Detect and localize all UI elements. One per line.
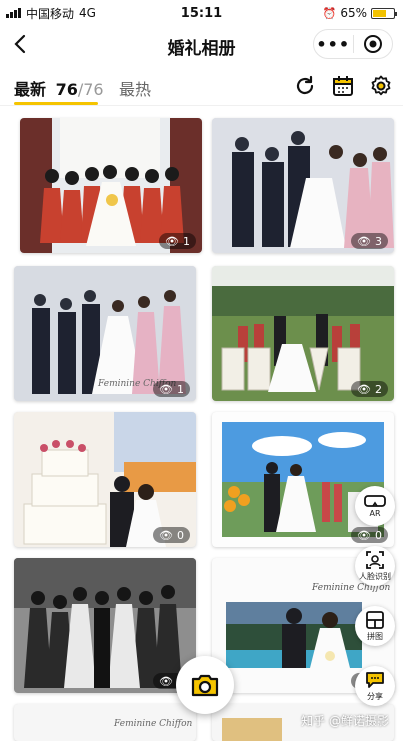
view-count: 0 bbox=[177, 528, 184, 542]
status-right: ⏰ 65% bbox=[322, 6, 397, 20]
camera-icon bbox=[191, 674, 219, 697]
ar-label: AR bbox=[369, 509, 381, 518]
battery-icon bbox=[371, 7, 397, 19]
ar-glasses-icon bbox=[364, 495, 386, 507]
face-scan-icon bbox=[366, 551, 384, 569]
photo-card[interactable]: 👁 3 bbox=[212, 118, 394, 253]
view-count-badge: 👁0 bbox=[153, 527, 190, 543]
share-label: 分享 bbox=[367, 692, 383, 701]
face-recognition-label: 人脸识别 bbox=[359, 572, 391, 581]
alarm-icon: ⏰ bbox=[322, 6, 337, 20]
gear-icon[interactable] bbox=[369, 74, 393, 98]
collage-icon bbox=[366, 611, 384, 629]
eye-icon: 👁 bbox=[357, 234, 371, 248]
photo-card-partial[interactable]: Feminine Chiffon bbox=[14, 704, 196, 741]
ar-button[interactable]: AR bbox=[355, 486, 395, 526]
refresh-icon[interactable] bbox=[293, 74, 317, 98]
view-count: 2 bbox=[375, 382, 382, 396]
photo-card[interactable]: 👁 0 bbox=[14, 412, 196, 547]
tab-latest-label: 最新 bbox=[14, 80, 47, 99]
photo-card[interactable]: 👁1 bbox=[20, 118, 202, 253]
toolbar-icons bbox=[293, 74, 393, 98]
view-count: 0 bbox=[375, 528, 382, 542]
camera-button[interactable] bbox=[176, 656, 234, 714]
view-count-badge: 👁1 bbox=[159, 233, 196, 249]
collage-button[interactable]: 拼图 bbox=[355, 606, 395, 646]
collage-label: 拼图 bbox=[367, 632, 383, 641]
eye-icon: 👁 bbox=[159, 382, 173, 396]
view-count-badge: 👁1 bbox=[153, 381, 190, 397]
tab-latest-total: /76 bbox=[77, 80, 104, 99]
view-count: 3 bbox=[375, 234, 382, 248]
more-button[interactable]: ••• bbox=[314, 35, 353, 54]
face-recognition-button[interactable]: 人脸识别 bbox=[355, 546, 395, 586]
calendar-icon[interactable] bbox=[331, 74, 355, 98]
photo-card[interactable]: 👁 0 bbox=[212, 412, 394, 547]
tab-bar: 最新 76/76 最热 bbox=[0, 66, 403, 106]
eye-icon: 👁 bbox=[165, 234, 179, 248]
eye-icon: 👁 bbox=[357, 382, 371, 396]
svg-text:Feminine Chiffon: Feminine Chiffon bbox=[113, 719, 193, 729]
target-icon bbox=[363, 35, 382, 53]
view-count: 1 bbox=[177, 382, 184, 396]
wedding-photo: Feminine Chiffon bbox=[14, 704, 196, 741]
view-count-badge: 👁 2 bbox=[351, 381, 388, 397]
view-count: 1 bbox=[183, 234, 190, 248]
close-mini-program-button[interactable] bbox=[354, 34, 393, 54]
view-count-badge: 👁 3 bbox=[351, 233, 388, 249]
eye-icon: 👁 bbox=[159, 674, 173, 688]
eye-icon: 👁 bbox=[357, 528, 371, 542]
tab-active-indicator bbox=[14, 102, 98, 105]
tab-hot[interactable]: 最热 bbox=[119, 76, 151, 100]
tab-latest-count: 76 bbox=[55, 80, 78, 99]
share-chat-icon bbox=[366, 672, 384, 688]
photo-card[interactable]: Feminine Chiffon 👁 1 bbox=[14, 266, 196, 401]
status-bar: 中国移动 4G 15:11 ⏰ 65% bbox=[0, 0, 403, 26]
eye-icon: 👁 bbox=[159, 528, 173, 542]
nav-bar: 婚礼相册 ••• bbox=[0, 26, 403, 66]
battery-percent: 65% bbox=[340, 6, 367, 20]
photo-card[interactable]: 👁1 bbox=[14, 558, 196, 693]
view-count-badge: 👁0 bbox=[351, 527, 388, 543]
share-button[interactable]: 分享 bbox=[355, 666, 395, 706]
mini-program-capsule: ••• bbox=[313, 29, 393, 59]
tab-latest[interactable]: 最新 76/76 bbox=[14, 76, 104, 100]
photo-card[interactable]: 👁 2 bbox=[212, 266, 394, 401]
watermark-text: 知乎 @鲜诺摄影 bbox=[301, 714, 389, 728]
